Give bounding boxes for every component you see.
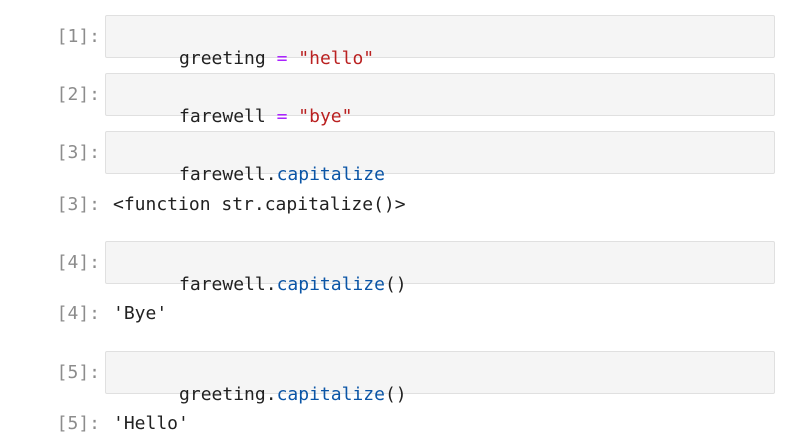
code-token: farewell xyxy=(179,106,277,127)
cell-output: 'Bye' xyxy=(113,303,168,324)
code-token-operator: = xyxy=(276,48,288,69)
input-prompt: [4]: xyxy=(56,252,100,273)
input-prompt: [3]: xyxy=(56,142,100,163)
code-token-string: "hello" xyxy=(298,48,375,69)
code-input-area[interactable]: farewell = "bye" xyxy=(105,73,775,127)
code-token-operator: = xyxy=(276,106,288,127)
output-prompt: [5]: xyxy=(56,413,100,434)
output-prompt: [4]: xyxy=(56,303,100,324)
code-token: () xyxy=(384,274,407,295)
code-token: farewell. xyxy=(179,164,277,185)
code-token: greeting. xyxy=(179,384,277,405)
output-prompt: [3]: xyxy=(56,194,100,215)
input-prompt: [2]: xyxy=(56,84,100,105)
code-token-string: "bye" xyxy=(298,106,353,127)
code-input-area[interactable]: greeting.capitalize() xyxy=(105,351,775,405)
input-prompt: [1]: xyxy=(56,26,100,47)
code-token: () xyxy=(384,384,407,405)
input-prompt: [5]: xyxy=(56,362,100,383)
code-input-area[interactable]: greeting = "hello" xyxy=(105,15,775,69)
code-token: farewell. xyxy=(179,274,277,295)
code-input-area[interactable]: farewell.capitalize xyxy=(105,131,775,185)
cell-output: <function str.capitalize()> xyxy=(113,194,406,215)
code-input-area[interactable]: farewell.capitalize() xyxy=(105,241,775,295)
code-token: greeting xyxy=(179,48,277,69)
code-token-attribute: capitalize xyxy=(276,164,385,185)
code-token-attribute: capitalize xyxy=(276,274,385,295)
code-token-attribute: capitalize xyxy=(276,384,385,405)
cell-output: 'Hello' xyxy=(113,413,189,434)
